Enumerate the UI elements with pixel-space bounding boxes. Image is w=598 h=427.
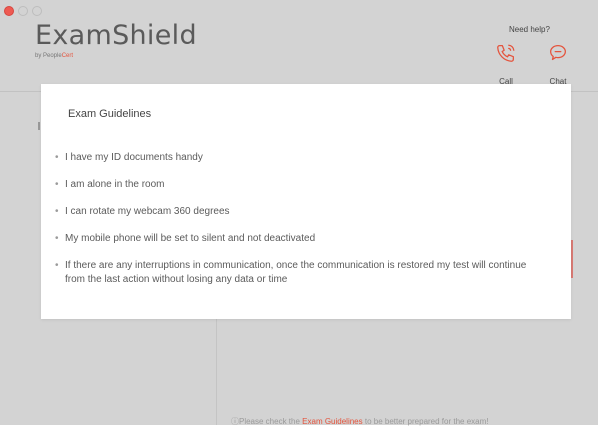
exam-guidelines-modal: Exam Guidelines • I have my ID documents … <box>41 84 571 319</box>
need-help-label: Need help? <box>509 25 550 34</box>
brand-logo: ExamShield by PeopleCert <box>35 22 197 59</box>
sidebar-divider <box>216 318 217 425</box>
list-item: • I am alone in the room <box>53 178 535 192</box>
list-item: • My mobile phone will be set to silent a… <box>53 232 535 246</box>
close-window-button[interactable] <box>4 6 14 16</box>
app-window: ExamShield by PeopleCert Need help? Call… <box>0 0 598 427</box>
modal-title: Exam Guidelines <box>68 108 152 120</box>
bullet-icon: • <box>55 179 59 190</box>
brand-sub-prefix: by People <box>35 53 62 59</box>
guidelines-hint: ⓘPlease check the Exam Guidelines to be … <box>231 416 489 427</box>
chat-button[interactable]: Chat <box>538 42 578 86</box>
list-item-text: I can rotate my webcam 360 degrees <box>65 206 230 217</box>
list-item-text: I have my ID documents handy <box>65 152 203 163</box>
bullet-icon: • <box>55 206 59 217</box>
bullet-icon: • <box>55 152 59 163</box>
list-item-text: I am alone in the room <box>65 179 165 190</box>
bullet-icon: • <box>55 233 59 244</box>
list-item: • If there are any interruptions in commu… <box>53 259 535 287</box>
call-button[interactable]: Call <box>486 42 526 86</box>
brand-title: ExamShield <box>35 20 197 51</box>
chat-bubble-icon <box>550 45 566 61</box>
left-panel-marker <box>38 122 40 130</box>
guidelines-list: • I have my ID documents handy • I am alon… <box>53 151 535 300</box>
brand-sub-accent: Cert <box>61 53 74 59</box>
zoom-window-button[interactable] <box>32 6 42 16</box>
list-item-text: If there are any interruptions in commun… <box>65 260 527 285</box>
window-controls <box>4 6 42 16</box>
right-accent-bar <box>571 240 573 278</box>
brand-subtitle: by PeopleCert <box>35 53 197 59</box>
list-item: • I have my ID documents handy <box>53 151 535 165</box>
phone-icon <box>497 44 515 62</box>
list-item-text: My mobile phone will be set to silent an… <box>65 233 316 244</box>
bullet-icon: • <box>55 260 59 271</box>
list-item: • I can rotate my webcam 360 degrees <box>53 205 535 219</box>
minimize-window-button[interactable] <box>18 6 28 16</box>
